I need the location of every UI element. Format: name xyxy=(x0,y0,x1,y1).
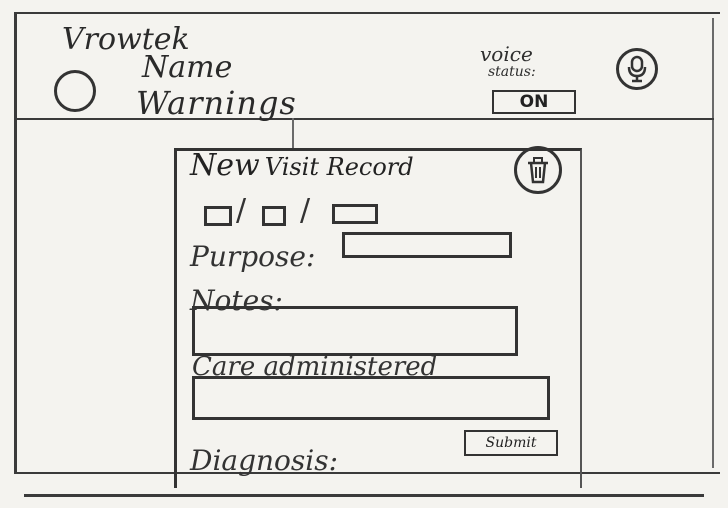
window-bottom-edge xyxy=(24,494,704,497)
purpose-label: Purpose: xyxy=(190,240,316,273)
date-separator: / xyxy=(236,193,247,228)
purpose-input[interactable] xyxy=(342,232,512,258)
microphone-button[interactable] xyxy=(616,48,658,90)
notes-input[interactable] xyxy=(192,306,518,356)
window-right-edge xyxy=(712,18,714,468)
user-avatar-icon[interactable] xyxy=(54,70,96,112)
submit-button[interactable]: Submit xyxy=(464,430,558,456)
user-name: Name xyxy=(142,50,233,85)
microphone-icon xyxy=(627,55,647,83)
date-year-input[interactable] xyxy=(332,204,378,224)
care-administered-input[interactable] xyxy=(192,376,550,420)
date-separator: / xyxy=(300,193,311,228)
delete-record-button[interactable] xyxy=(514,146,562,194)
header-divider xyxy=(14,118,714,120)
diagnosis-label: Diagnosis: xyxy=(190,444,339,477)
date-day-input[interactable] xyxy=(262,206,286,226)
header-card-connector xyxy=(292,118,294,148)
voice-label: voice xyxy=(480,42,533,66)
card-title-visit-record: Visit Record xyxy=(264,153,414,181)
trash-icon xyxy=(528,157,548,184)
warnings-link[interactable]: Warnings xyxy=(136,84,297,122)
voice-status-label: status: xyxy=(488,64,536,80)
date-month-input[interactable] xyxy=(204,206,232,226)
voice-status-toggle[interactable]: ON xyxy=(492,90,576,114)
card-title: New Visit Record xyxy=(190,148,414,183)
card-title-new: New xyxy=(190,148,260,183)
